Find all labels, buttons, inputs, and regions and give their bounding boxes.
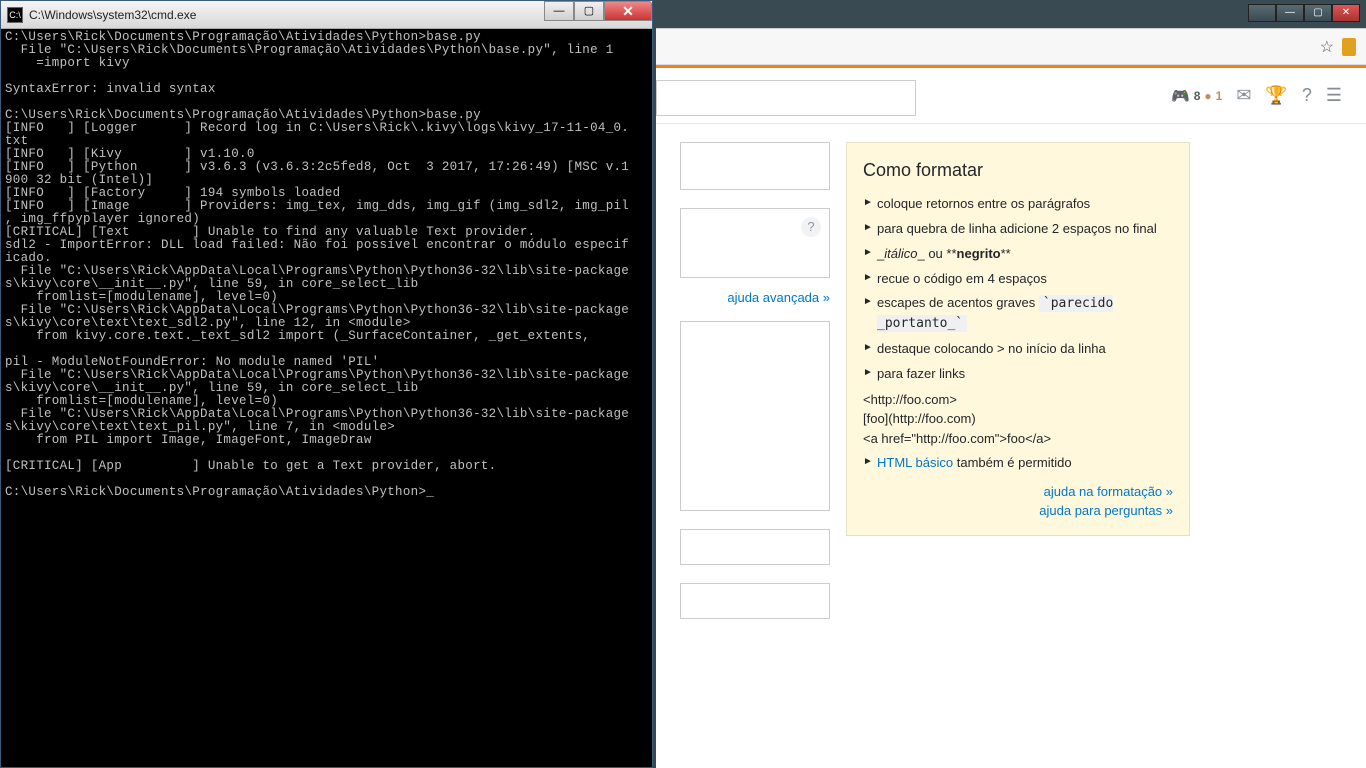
fmt-tip-backtick: escapes de acentos graves `parecido _por… xyxy=(863,294,1173,334)
cmd-titlebar[interactable]: C:\ C:\Windows\system32\cmd.exe — ▢ ✕ xyxy=(1,1,652,29)
cmd-window: C:\ C:\Windows\system32\cmd.exe — ▢ ✕ C:… xyxy=(0,0,653,768)
stack-exchange-icon[interactable]: ☰ xyxy=(1326,85,1342,106)
input-box-3[interactable] xyxy=(680,321,830,511)
inbox-icon[interactable]: ✉ xyxy=(1236,85,1251,106)
window-blank-button[interactable] xyxy=(1248,4,1276,22)
formatting-title: Como formatar xyxy=(863,157,1173,183)
extension-icon[interactable] xyxy=(1342,38,1356,56)
cmd-maximize-button[interactable]: ▢ xyxy=(574,1,604,21)
fmt-tip-blockquote: destaque colocando > no início da linha xyxy=(863,340,1173,359)
input-box-2[interactable]: ? xyxy=(680,208,830,278)
cmd-output[interactable]: C:\Users\Rick\Documents\Programação\Ativ… xyxy=(1,29,652,501)
fmt-tip-html: HTML básico também é permitido xyxy=(863,454,1173,473)
help-icon[interactable]: ? xyxy=(1302,85,1312,106)
left-column: ? ajuda avançada » xyxy=(680,142,830,619)
field-help-icon[interactable]: ? xyxy=(801,217,821,237)
gamepad-icon: 🎮 xyxy=(1171,87,1190,105)
input-box-1[interactable] xyxy=(680,142,830,190)
question-help-link[interactable]: ajuda para perguntas » xyxy=(863,502,1173,521)
cmd-minimize-button[interactable]: — xyxy=(544,1,574,21)
window-close-button[interactable]: ✕ xyxy=(1332,4,1360,22)
window-maximize-button[interactable]: ▢ xyxy=(1304,4,1332,22)
fmt-tip-emphasis: _itálico_ ou **negrito** xyxy=(863,245,1173,264)
fmt-link-examples: <http://foo.com> [foo](http://foo.com) <… xyxy=(863,390,1173,449)
input-box-4[interactable] xyxy=(680,529,830,565)
bookmark-star-icon[interactable]: ☆ xyxy=(1320,37,1334,57)
window-minimize-button[interactable]: — xyxy=(1276,4,1304,22)
fmt-tip-links: para fazer links xyxy=(863,365,1173,384)
bronze-badge-dot: ● xyxy=(1204,89,1211,103)
basic-html-link[interactable]: HTML básico xyxy=(877,455,953,470)
cmd-cursor xyxy=(426,485,434,499)
formatting-help-panel: Como formatar coloque retornos entre os … xyxy=(846,142,1190,536)
input-box-5[interactable] xyxy=(680,583,830,619)
window-controls: — ▢ ✕ xyxy=(1248,4,1360,22)
site-search-input[interactable] xyxy=(656,80,916,116)
cmd-close-button[interactable]: ✕ xyxy=(604,1,652,21)
achievements-icon[interactable]: 🏆 xyxy=(1265,85,1287,106)
fmt-tip-paragraphs: coloque retornos entre os parágrafos xyxy=(863,195,1173,214)
reputation-score: 8 xyxy=(1194,89,1201,103)
bronze-badge-count: 1 xyxy=(1216,89,1223,103)
browser-toolbar: ☆ xyxy=(656,29,1366,65)
reputation-badge[interactable]: 🎮 8 ● 1 xyxy=(1171,87,1222,105)
cmd-title: C:\Windows\system32\cmd.exe xyxy=(29,8,196,22)
cmd-icon: C:\ xyxy=(7,7,23,23)
browser-window: ☆ 🎮 8 ● 1 ✉ 🏆 ? ☰ ? ajuda avançada » xyxy=(656,28,1366,768)
advanced-help-link[interactable]: ajuda avançada » xyxy=(680,290,830,305)
fmt-tip-code-indent: recue o código em 4 espaços xyxy=(863,270,1173,289)
formatting-help-link[interactable]: ajuda na formatação » xyxy=(863,483,1173,502)
fmt-tip-linebreak: para quebra de linha adicione 2 espaços … xyxy=(863,220,1173,239)
